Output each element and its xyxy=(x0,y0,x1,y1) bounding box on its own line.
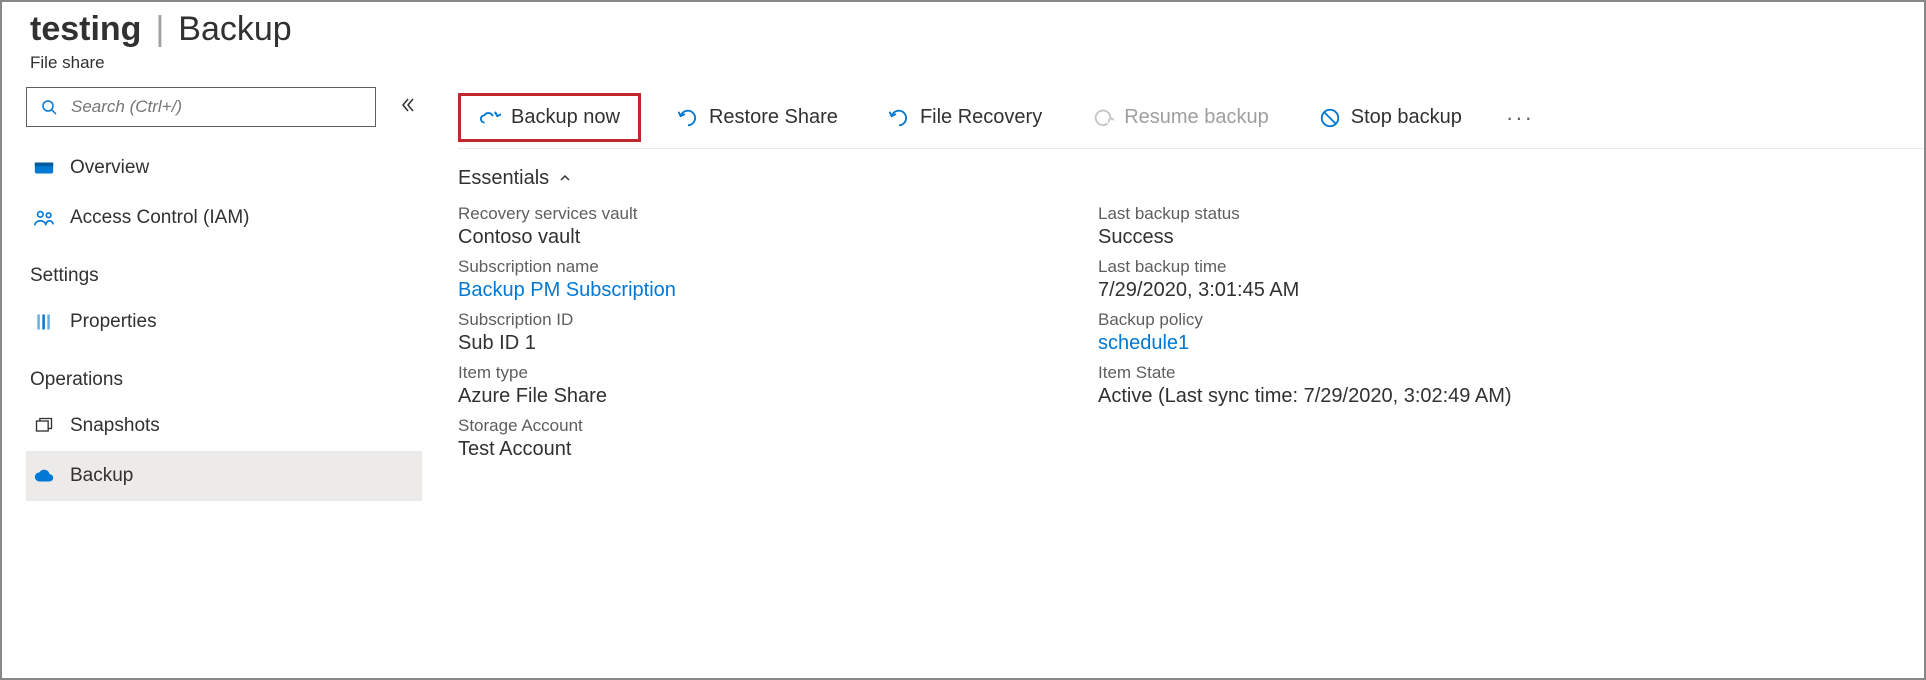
sidebar-item-properties[interactable]: Properties xyxy=(26,297,422,347)
resume-backup-button: Resume backup xyxy=(1078,98,1283,137)
sidebar: Overview Access Control (IAM) Settings P… xyxy=(2,87,422,501)
chevron-up-icon xyxy=(559,171,571,187)
page-header: testing | Backup File share xyxy=(2,2,1924,73)
snapshots-icon xyxy=(32,414,56,438)
toolbar-label: File Recovery xyxy=(920,106,1042,129)
toolbar-label: Backup now xyxy=(511,106,620,129)
stop-icon xyxy=(1319,107,1341,129)
toolbar: Backup now Restore Share File Recovery R… xyxy=(458,87,1924,149)
people-icon xyxy=(32,206,56,230)
essentials-label: Essentials xyxy=(458,167,549,190)
sidebar-group-settings: Settings xyxy=(26,243,422,297)
sidebar-item-access-control[interactable]: Access Control (IAM) xyxy=(26,193,422,243)
ess-item-state: Item State Active (Last sync time: 7/29/… xyxy=(1098,363,1924,408)
sidebar-item-label: Snapshots xyxy=(70,415,160,437)
title-separator: | xyxy=(155,10,164,49)
ess-storage-account: Storage Account Test Account xyxy=(458,416,1058,461)
properties-icon xyxy=(32,310,56,334)
sidebar-item-label: Properties xyxy=(70,311,157,333)
resource-name: testing xyxy=(30,10,141,49)
sidebar-item-backup[interactable]: Backup xyxy=(26,451,422,501)
file-recovery-button[interactable]: File Recovery xyxy=(874,98,1056,137)
ess-subscription-name: Subscription name Backup PM Subscription xyxy=(458,257,1058,302)
restore-share-button[interactable]: Restore Share xyxy=(663,98,852,137)
overview-icon xyxy=(32,156,56,180)
toolbar-label: Restore Share xyxy=(709,106,838,129)
sidebar-item-label: Access Control (IAM) xyxy=(70,207,249,229)
page-title: testing | Backup xyxy=(30,10,1896,49)
page-section: Backup xyxy=(178,10,291,49)
backup-policy-link[interactable]: schedule1 xyxy=(1098,332,1924,355)
sidebar-item-overview[interactable]: Overview xyxy=(26,143,422,193)
refresh-icon xyxy=(1092,107,1114,129)
search-input[interactable] xyxy=(71,97,365,117)
toolbar-label: Resume backup xyxy=(1124,106,1269,129)
more-actions-button[interactable]: ··· xyxy=(1498,101,1542,135)
subscription-link[interactable]: Backup PM Subscription xyxy=(458,279,1058,302)
collapse-sidebar-button[interactable] xyxy=(394,91,422,124)
search-box[interactable] xyxy=(26,87,376,127)
essentials-grid: Recovery services vault Contoso vault Su… xyxy=(458,204,1924,479)
undo-icon xyxy=(677,107,699,129)
ess-item-type: Item type Azure File Share xyxy=(458,363,1058,408)
stop-backup-button[interactable]: Stop backup xyxy=(1305,98,1476,137)
backup-now-button[interactable]: Backup now xyxy=(458,93,641,142)
ess-last-backup-status: Last backup status Success xyxy=(1098,204,1924,249)
essentials-right-col: Last backup status Success Last backup t… xyxy=(1098,204,1924,469)
undo-icon xyxy=(888,107,910,129)
essentials-left-col: Recovery services vault Contoso vault Su… xyxy=(458,204,1058,469)
essentials-toggle[interactable]: Essentials xyxy=(458,149,1924,204)
backup-cloud-icon xyxy=(32,464,56,488)
sidebar-item-label: Backup xyxy=(70,465,133,487)
sidebar-item-snapshots[interactable]: Snapshots xyxy=(26,401,422,451)
search-icon xyxy=(37,95,61,119)
toolbar-label: Stop backup xyxy=(1351,106,1462,129)
ess-last-backup-time: Last backup time 7/29/2020, 3:01:45 AM xyxy=(1098,257,1924,302)
main-content: Backup now Restore Share File Recovery R… xyxy=(422,87,1924,501)
ess-backup-policy: Backup policy schedule1 xyxy=(1098,310,1924,355)
sidebar-item-label: Overview xyxy=(70,157,149,179)
sidebar-group-operations: Operations xyxy=(26,347,422,401)
resource-type: File share xyxy=(30,53,1896,73)
backup-now-icon xyxy=(479,107,501,129)
ess-recovery-vault: Recovery services vault Contoso vault xyxy=(458,204,1058,249)
ess-subscription-id: Subscription ID Sub ID 1 xyxy=(458,310,1058,355)
